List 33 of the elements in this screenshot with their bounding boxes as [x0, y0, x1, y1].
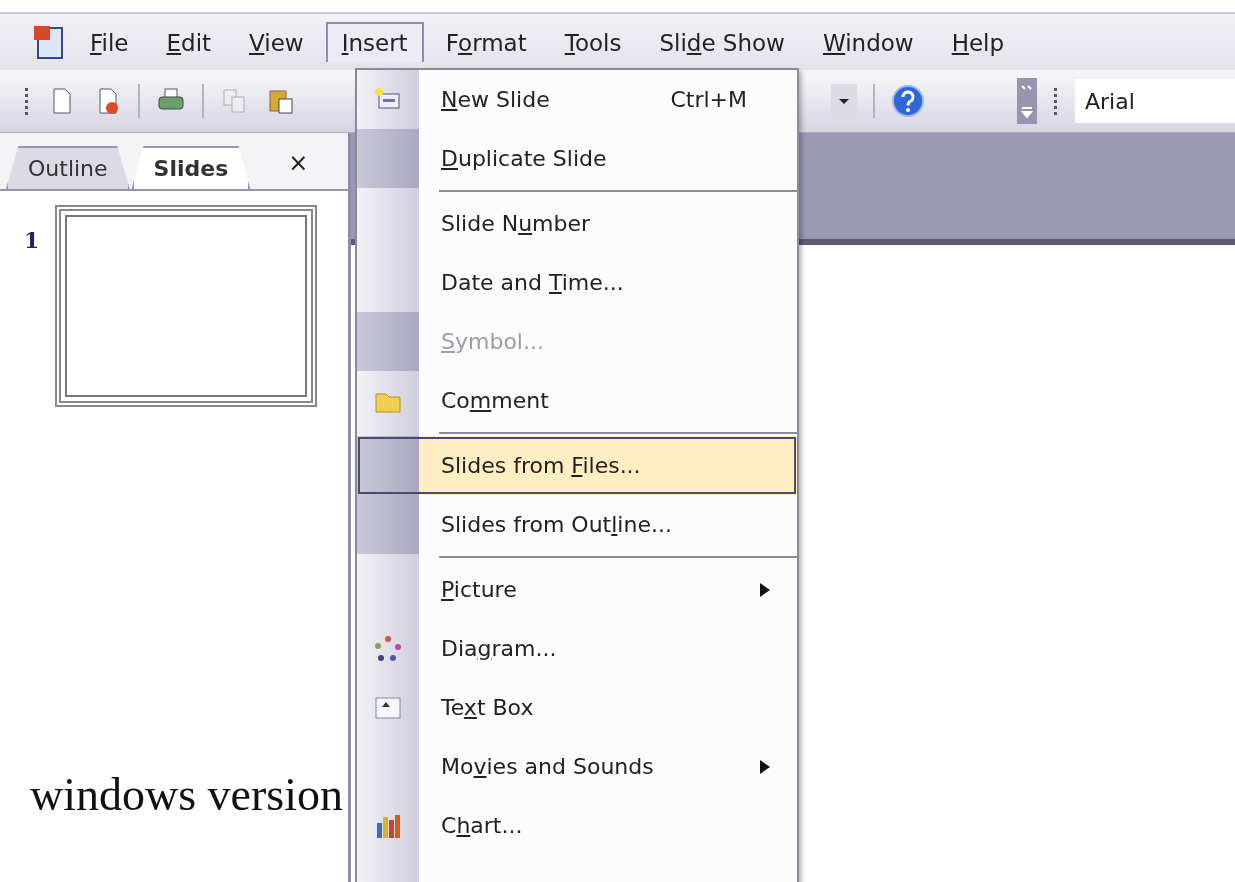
font-name-field[interactable]: Arial — [1075, 79, 1235, 123]
menu-item[interactable]: Text Box — [357, 678, 797, 737]
menu-gutter — [357, 855, 419, 882]
menu-item[interactable]: Chart... — [357, 796, 797, 855]
help-icon[interactable] — [891, 84, 925, 118]
menu-title[interactable]: Edit — [150, 22, 228, 62]
menu-title[interactable]: View — [233, 22, 320, 62]
menu-item[interactable]: Duplicate Slide — [357, 129, 797, 188]
menu-title[interactable]: Format — [429, 22, 543, 62]
toolbar-options-icon[interactable] — [1017, 78, 1037, 124]
menu-item[interactable]: Date and Time... — [357, 253, 797, 312]
pane-tab[interactable]: Slides — [131, 146, 251, 189]
caption-text: windows version — [30, 768, 344, 821]
menu-item[interactable]: Slide Number — [357, 194, 797, 253]
menu-title[interactable]: File — [74, 22, 145, 62]
menu-title[interactable]: Window — [806, 22, 930, 62]
close-button[interactable]: × — [288, 149, 309, 189]
pane-tab[interactable]: Outline — [6, 146, 130, 189]
menu-title[interactable]: Insert — [325, 22, 424, 62]
toolbar-grip-icon[interactable] — [24, 86, 30, 116]
menu-item[interactable]: New Slide Ctrl+M — [357, 70, 797, 129]
menu-item[interactable]: Movies and Sounds — [357, 737, 797, 796]
menu-title[interactable]: Tools — [548, 22, 638, 62]
toolbar-grip-icon[interactable] — [1053, 86, 1059, 116]
menu-item[interactable]: Slides from Outline... — [357, 495, 797, 554]
menu-title[interactable]: Help — [935, 22, 1021, 62]
menu-item[interactable]: Diagram... — [357, 619, 797, 678]
menu-title[interactable]: Slide Show — [643, 22, 801, 62]
menu-item[interactable]: Comment — [357, 371, 797, 430]
slide-number: 1 — [24, 226, 40, 255]
menu-item[interactable]: Slides from Files... — [357, 436, 797, 495]
slide-thumbnail[interactable] — [55, 205, 318, 407]
menu-item[interactable]: Picture — [357, 560, 797, 619]
